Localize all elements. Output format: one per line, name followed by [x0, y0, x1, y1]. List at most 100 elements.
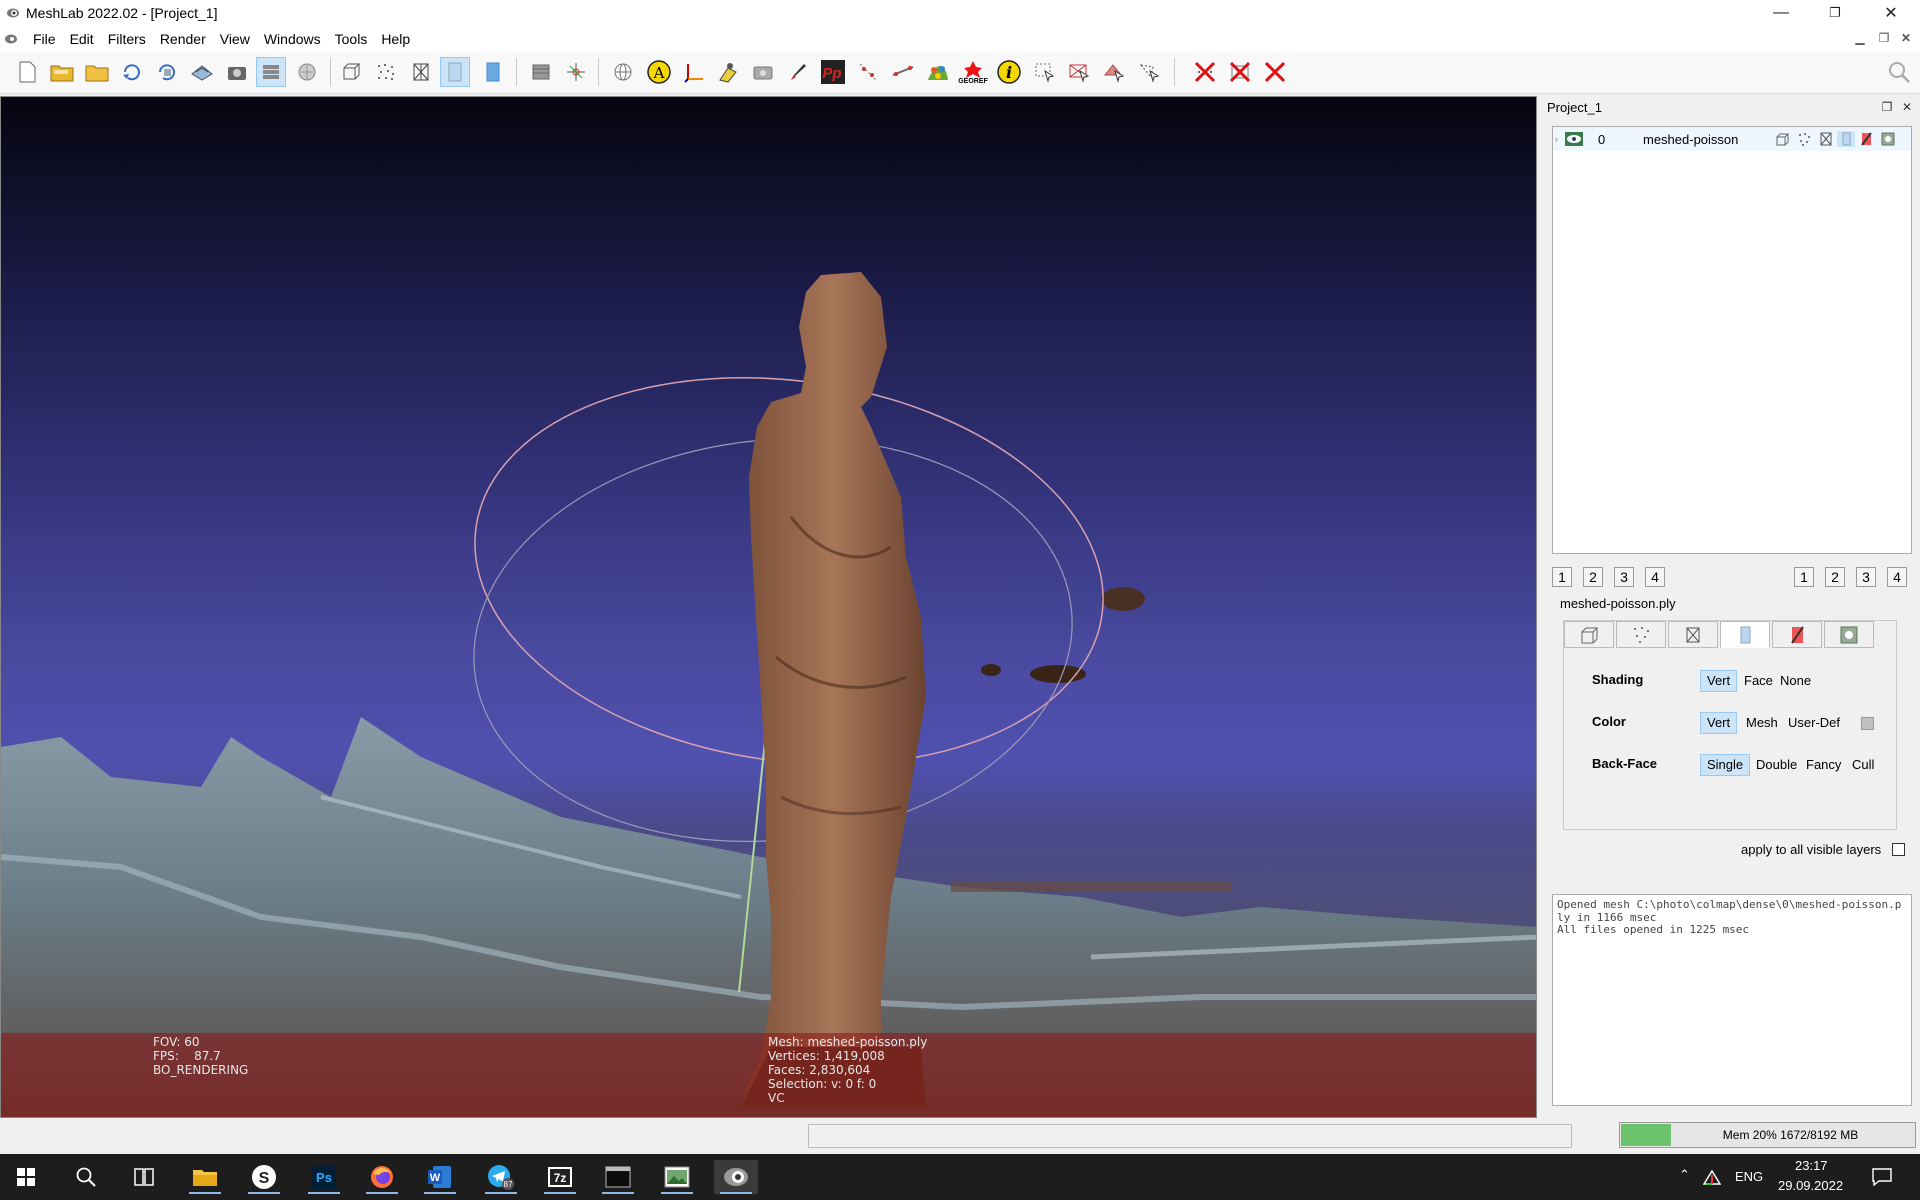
task-view-icon[interactable]	[122, 1160, 166, 1194]
snap-left-3[interactable]: 3	[1614, 567, 1634, 587]
close-icon[interactable]: ✕	[1868, 0, 1914, 26]
fullscreen-icon[interactable]	[526, 57, 556, 87]
float-icon[interactable]: ❐	[1879, 99, 1895, 115]
7zip-icon[interactable]: 7z	[538, 1160, 582, 1194]
open-project-icon[interactable]	[47, 57, 77, 87]
expand-arrow-icon[interactable]: ›	[1555, 134, 1558, 144]
bounding-box-icon[interactable]	[336, 57, 366, 87]
menu-windows[interactable]: Windows	[257, 26, 328, 52]
language-indicator[interactable]: ENG	[1735, 1169, 1763, 1184]
new-project-icon[interactable]	[12, 57, 42, 87]
snap-right-2[interactable]: 2	[1825, 567, 1845, 587]
backface-double-option[interactable]: Double	[1750, 754, 1803, 776]
select-vertices-icon[interactable]	[1029, 57, 1059, 87]
mdi-restore-icon[interactable]: ❐	[1876, 30, 1892, 46]
clock-time[interactable]: 23:17	[1795, 1158, 1828, 1173]
terminal-icon[interactable]	[596, 1160, 640, 1194]
select-faces-icon[interactable]	[1064, 57, 1094, 87]
snap-right-4[interactable]: 4	[1887, 567, 1907, 587]
file-explorer-icon[interactable]	[183, 1160, 227, 1194]
raster-layers-icon[interactable]	[292, 57, 322, 87]
menu-edit[interactable]: Edit	[63, 26, 101, 52]
firefox-icon[interactable]	[360, 1160, 404, 1194]
layer-bbox-icon[interactable]	[1773, 131, 1791, 147]
snapshot-icon[interactable]	[222, 57, 252, 87]
close-icon[interactable]: ✕	[1899, 99, 1915, 115]
layer-wire-icon[interactable]	[1817, 131, 1835, 147]
info-icon[interactable]: i	[994, 57, 1024, 87]
points-tab-icon[interactable]	[1616, 621, 1666, 648]
points-icon[interactable]	[371, 57, 401, 87]
color-userdef-option[interactable]: User-Def	[1782, 712, 1846, 734]
eye-icon[interactable]	[1565, 132, 1583, 146]
layer-row[interactable]: › 0 meshed-poisson	[1553, 127, 1911, 151]
menu-filters[interactable]: Filters	[101, 26, 153, 52]
wire-tab-icon[interactable]	[1668, 621, 1718, 648]
measure-icon[interactable]	[888, 57, 918, 87]
backface-fancy-option[interactable]: Fancy	[1800, 754, 1847, 776]
bbox-tab-icon[interactable]	[1564, 621, 1614, 648]
layer-dots-icon[interactable]	[1879, 131, 1897, 147]
delete-vertices-icon[interactable]	[1190, 57, 1220, 87]
meshlab-menu-icon[interactable]	[4, 32, 18, 46]
backface-cull-option[interactable]: Cull	[1846, 754, 1880, 776]
georef-icon[interactable]: GEOREF	[958, 57, 988, 87]
telegram-icon[interactable]: 87	[479, 1160, 523, 1194]
search-icon[interactable]	[64, 1160, 108, 1194]
color-vert-option[interactable]: Vert	[1700, 712, 1738, 734]
layer-list[interactable]: › 0 meshed-poisson	[1552, 126, 1912, 554]
3d-viewport[interactable]: FOV: 60 FPS: 87.7 BO_RENDERING Mesh: mes…	[0, 96, 1537, 1118]
reload-all-icon[interactable]	[152, 57, 182, 87]
apply-all-checkbox[interactable]	[1892, 843, 1905, 856]
sphere-icon[interactable]	[608, 57, 638, 87]
select-region-icon[interactable]	[1134, 57, 1164, 87]
pick-color-icon[interactable]	[713, 57, 743, 87]
texture-tab-icon[interactable]	[1772, 621, 1822, 648]
reload-icon[interactable]	[117, 57, 147, 87]
search-icon[interactable]	[1884, 57, 1914, 87]
tray-chevron-icon[interactable]: ⌃	[1679, 1167, 1690, 1183]
paint-texture-icon[interactable]	[923, 57, 953, 87]
windows-start-icon[interactable]	[4, 1160, 48, 1194]
menu-file[interactable]: File	[26, 26, 63, 52]
image-viewer-icon[interactable]	[655, 1160, 699, 1194]
dots-tab-icon[interactable]	[1824, 621, 1874, 648]
backface-single-option[interactable]: Single	[1700, 754, 1751, 776]
snap-left-1[interactable]: 1	[1552, 567, 1572, 587]
snap-right-1[interactable]: 1	[1794, 567, 1814, 587]
restore-icon[interactable]: ❐	[1812, 0, 1858, 26]
trackball-axis-icon[interactable]	[561, 57, 591, 87]
menu-view[interactable]: View	[213, 26, 257, 52]
axes-icon[interactable]	[679, 57, 709, 87]
log-console[interactable]: Opened mesh C:\photo\colmap\dense\0\mesh…	[1552, 894, 1912, 1106]
shading-face-option[interactable]: Face	[1738, 670, 1779, 692]
user-color-swatch[interactable]	[1861, 717, 1874, 730]
annotation-icon[interactable]: A	[644, 57, 674, 87]
show-layers-icon[interactable]	[256, 57, 286, 87]
snap-left-2[interactable]: 2	[1583, 567, 1603, 587]
export-mesh-icon[interactable]	[187, 57, 217, 87]
import-mesh-icon[interactable]	[82, 57, 112, 87]
word-icon[interactable]: W	[418, 1160, 462, 1194]
photoshop-icon[interactable]: Ps	[302, 1160, 346, 1194]
paint-icon[interactable]	[783, 57, 813, 87]
camera-icon[interactable]	[748, 57, 778, 87]
color-mesh-option[interactable]: Mesh	[1740, 712, 1784, 734]
menu-tools[interactable]: Tools	[328, 26, 375, 52]
mdi-close-icon[interactable]: ✕	[1898, 30, 1914, 46]
mdi-minimize-icon[interactable]: ▁	[1852, 30, 1868, 46]
solid-tab-icon[interactable]	[1720, 621, 1770, 648]
s-app-icon[interactable]: S	[242, 1160, 286, 1194]
menu-help[interactable]: Help	[374, 26, 417, 52]
wireframe-icon[interactable]	[406, 57, 436, 87]
shading-vert-option[interactable]: Vert	[1700, 670, 1738, 692]
menu-render[interactable]: Render	[153, 26, 213, 52]
snap-right-3[interactable]: 3	[1856, 567, 1876, 587]
layer-solid-icon[interactable]	[1837, 131, 1855, 147]
flat-shading-icon[interactable]	[440, 57, 470, 87]
align-icon[interactable]	[853, 57, 883, 87]
minimize-icon[interactable]: —	[1758, 0, 1804, 26]
delete-faces-icon[interactable]	[1225, 57, 1255, 87]
layer-texture-icon[interactable]	[1857, 131, 1875, 147]
network-icon[interactable]	[1703, 1169, 1721, 1185]
